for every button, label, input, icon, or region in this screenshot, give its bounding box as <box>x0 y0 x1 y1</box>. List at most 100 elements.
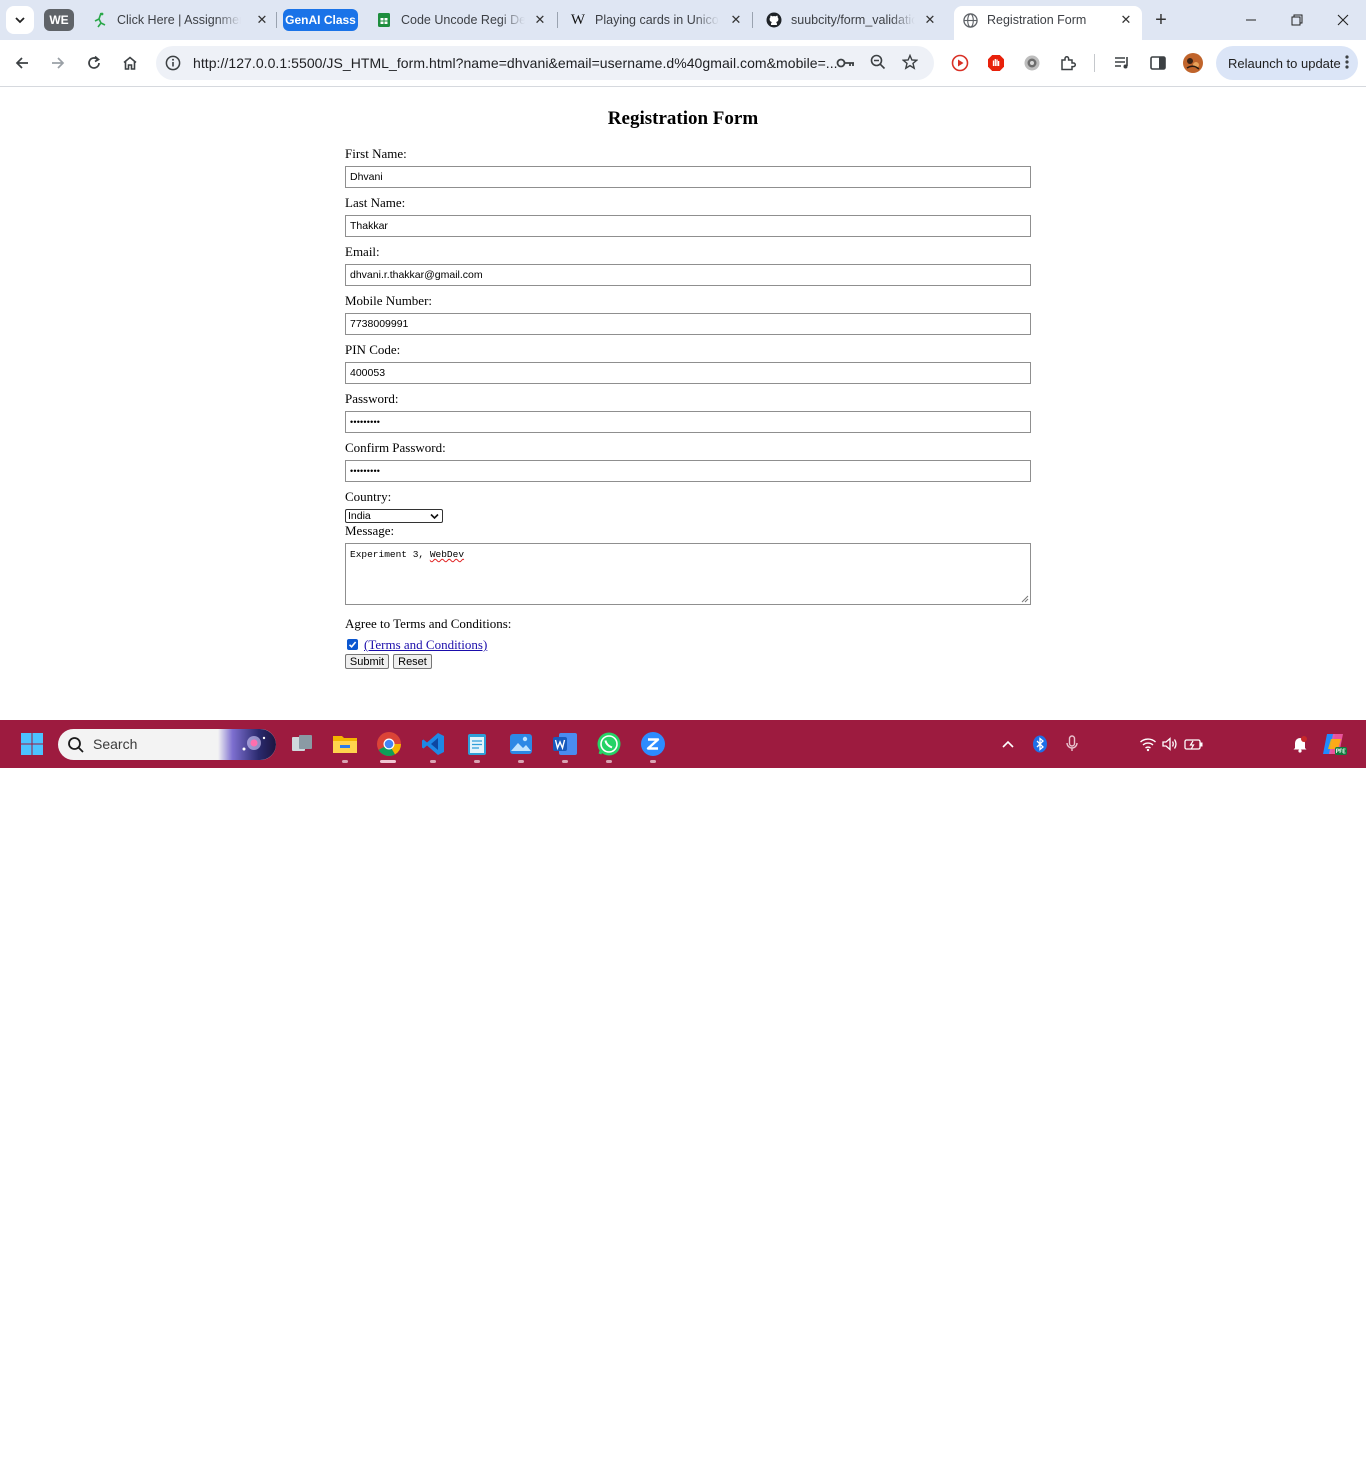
word-icon[interactable] <box>551 730 579 758</box>
sheets-icon <box>376 12 392 28</box>
tab-separator <box>557 12 558 28</box>
last-name-label: Last Name: <box>345 195 406 210</box>
clock[interactable]: 09:29 PM 04-04-2024 <box>1212 1448 1292 1480</box>
password-label: Password: <box>345 391 399 406</box>
notification-bell-icon[interactable] <box>1286 730 1314 758</box>
microphone-icon[interactable] <box>1058 730 1086 758</box>
chrome-icon[interactable] <box>375 730 403 758</box>
task-view-icon[interactable] <box>288 730 316 758</box>
notepad-icon[interactable] <box>463 730 491 758</box>
mobile-label: Mobile Number: <box>345 293 433 308</box>
tab-github[interactable]: suubcity/form_validatio ✕ <box>766 6 938 34</box>
reload-icon[interactable] <box>82 51 106 75</box>
taskbar-search-box[interactable]: Search <box>58 729 276 760</box>
search-highlight-image <box>218 729 276 760</box>
tab-playing-cards[interactable]: W Playing cards in Unicod ✕ <box>570 6 744 34</box>
zoom-app-icon[interactable] <box>639 730 667 758</box>
close-icon[interactable]: ✕ <box>728 12 744 28</box>
email-label: Email: <box>345 244 380 259</box>
confirm-password-input[interactable]: ••••••••• <box>345 460 1031 482</box>
whatsapp-icon[interactable] <box>595 730 623 758</box>
page-title: Registration Form <box>607 108 759 129</box>
zoom-icon[interactable] <box>870 54 886 75</box>
windows-start-icon[interactable] <box>18 730 46 758</box>
close-icon[interactable]: ✕ <box>922 12 938 28</box>
checkmark-icon <box>348 641 357 648</box>
app-running-indicator <box>430 760 436 763</box>
clock-time: 09:29 PM <box>1227 1450 1277 1462</box>
pin-code-input[interactable] <box>345 362 1031 384</box>
submit-button[interactable]: Submit <box>345 654 389 669</box>
message-misspelled-word: WebDev <box>429 549 465 560</box>
country-select[interactable]: India <box>345 509 443 523</box>
runner-icon <box>92 12 108 28</box>
address-bar[interactable]: http://127.0.0.1:5500/JS_HTML_form.html?… <box>156 46 934 80</box>
tab-group-genai[interactable]: GenAI Class <box>283 9 358 31</box>
relaunch-button[interactable]: Relaunch to update <box>1216 46 1358 80</box>
terms-link[interactable]: (Terms and Conditions) <box>364 637 487 653</box>
forward-arrow-icon[interactable] <box>46 51 70 75</box>
mobile-input[interactable] <box>345 313 1031 335</box>
app-running-indicator <box>562 760 568 763</box>
puzzle-icon[interactable] <box>1056 51 1080 75</box>
message-label: Message: <box>345 523 395 538</box>
tab-group-we[interactable]: WE <box>44 9 74 31</box>
info-icon[interactable] <box>165 55 181 76</box>
terms-checkbox[interactable] <box>347 639 358 650</box>
profile-avatar[interactable] <box>1181 51 1205 75</box>
kebab-menu-icon[interactable] <box>1344 54 1350 73</box>
close-icon[interactable]: ✕ <box>1118 12 1134 28</box>
file-explorer-icon[interactable] <box>331 730 359 758</box>
bluetooth-icon[interactable] <box>1026 730 1054 758</box>
search-placeholder: Search <box>93 736 138 752</box>
first-name-label: First Name: <box>345 146 407 161</box>
region-code: IN <box>1104 1467 1116 1479</box>
restore-icon[interactable] <box>1274 8 1320 32</box>
photos-icon[interactable] <box>507 730 535 758</box>
tab-registration-form[interactable]: Registration Form ✕ <box>954 6 1142 40</box>
hand-extension-icon[interactable] <box>984 51 1008 75</box>
tray-overflow-chevron-icon[interactable] <box>994 730 1022 758</box>
last-name-input[interactable] <box>345 215 1031 237</box>
new-tab-plus-icon[interactable]: + <box>1151 9 1171 31</box>
language-indicator[interactable]: ENG IN <box>1094 1449 1126 1481</box>
terms-label: Agree to Terms and Conditions: <box>345 616 512 631</box>
chevron-down-icon <box>15 17 25 24</box>
tab-strip: WE Click Here | Assignment ✕ GenAI Class… <box>0 0 1366 40</box>
pin-code-label: PIN Code: <box>345 342 401 357</box>
vscode-icon[interactable] <box>419 730 447 758</box>
tab-search-button[interactable] <box>6 6 34 34</box>
seal-extension-icon[interactable] <box>1020 51 1044 75</box>
app-running-indicator <box>606 760 612 763</box>
password-input[interactable]: ••••••••• <box>345 411 1031 433</box>
media-controls-icon[interactable] <box>1110 51 1134 75</box>
tab-separator <box>752 12 753 28</box>
app-running-indicator <box>518 760 524 763</box>
globe-icon <box>962 12 978 28</box>
search-icon <box>68 737 84 753</box>
clock-date: 04-04-2024 <box>1222 1466 1282 1478</box>
star-icon[interactable] <box>901 53 919 75</box>
window-close-icon[interactable] <box>1320 8 1366 32</box>
battery-icon[interactable] <box>1180 730 1208 758</box>
email-input[interactable] <box>345 264 1031 286</box>
resize-grip-icon[interactable] <box>1020 594 1029 603</box>
home-icon[interactable] <box>118 51 142 75</box>
country-label: Country: <box>345 489 392 504</box>
confirm-password-label: Confirm Password: <box>345 440 446 455</box>
close-icon[interactable]: ✕ <box>254 12 270 28</box>
message-textarea[interactable]: Experiment 3, WebDev <box>345 543 1031 605</box>
key-icon[interactable] <box>836 55 856 76</box>
tab-assignment[interactable]: Click Here | Assignment ✕ <box>92 6 270 34</box>
back-arrow-icon[interactable] <box>10 51 34 75</box>
github-icon <box>766 12 782 28</box>
record-extension-icon[interactable] <box>948 51 972 75</box>
copilot-icon[interactable] <box>1320 730 1348 758</box>
side-panel-icon[interactable] <box>1146 51 1170 75</box>
minimize-icon[interactable] <box>1228 8 1274 32</box>
close-icon[interactable]: ✕ <box>532 12 548 28</box>
url-text[interactable]: http://127.0.0.1:5500/JS_HTML_form.html?… <box>193 55 838 71</box>
reset-button[interactable]: Reset <box>393 654 432 669</box>
tab-code-uncode[interactable]: Code Uncode Regi Des ✕ <box>376 6 548 34</box>
first-name-input[interactable] <box>345 166 1031 188</box>
